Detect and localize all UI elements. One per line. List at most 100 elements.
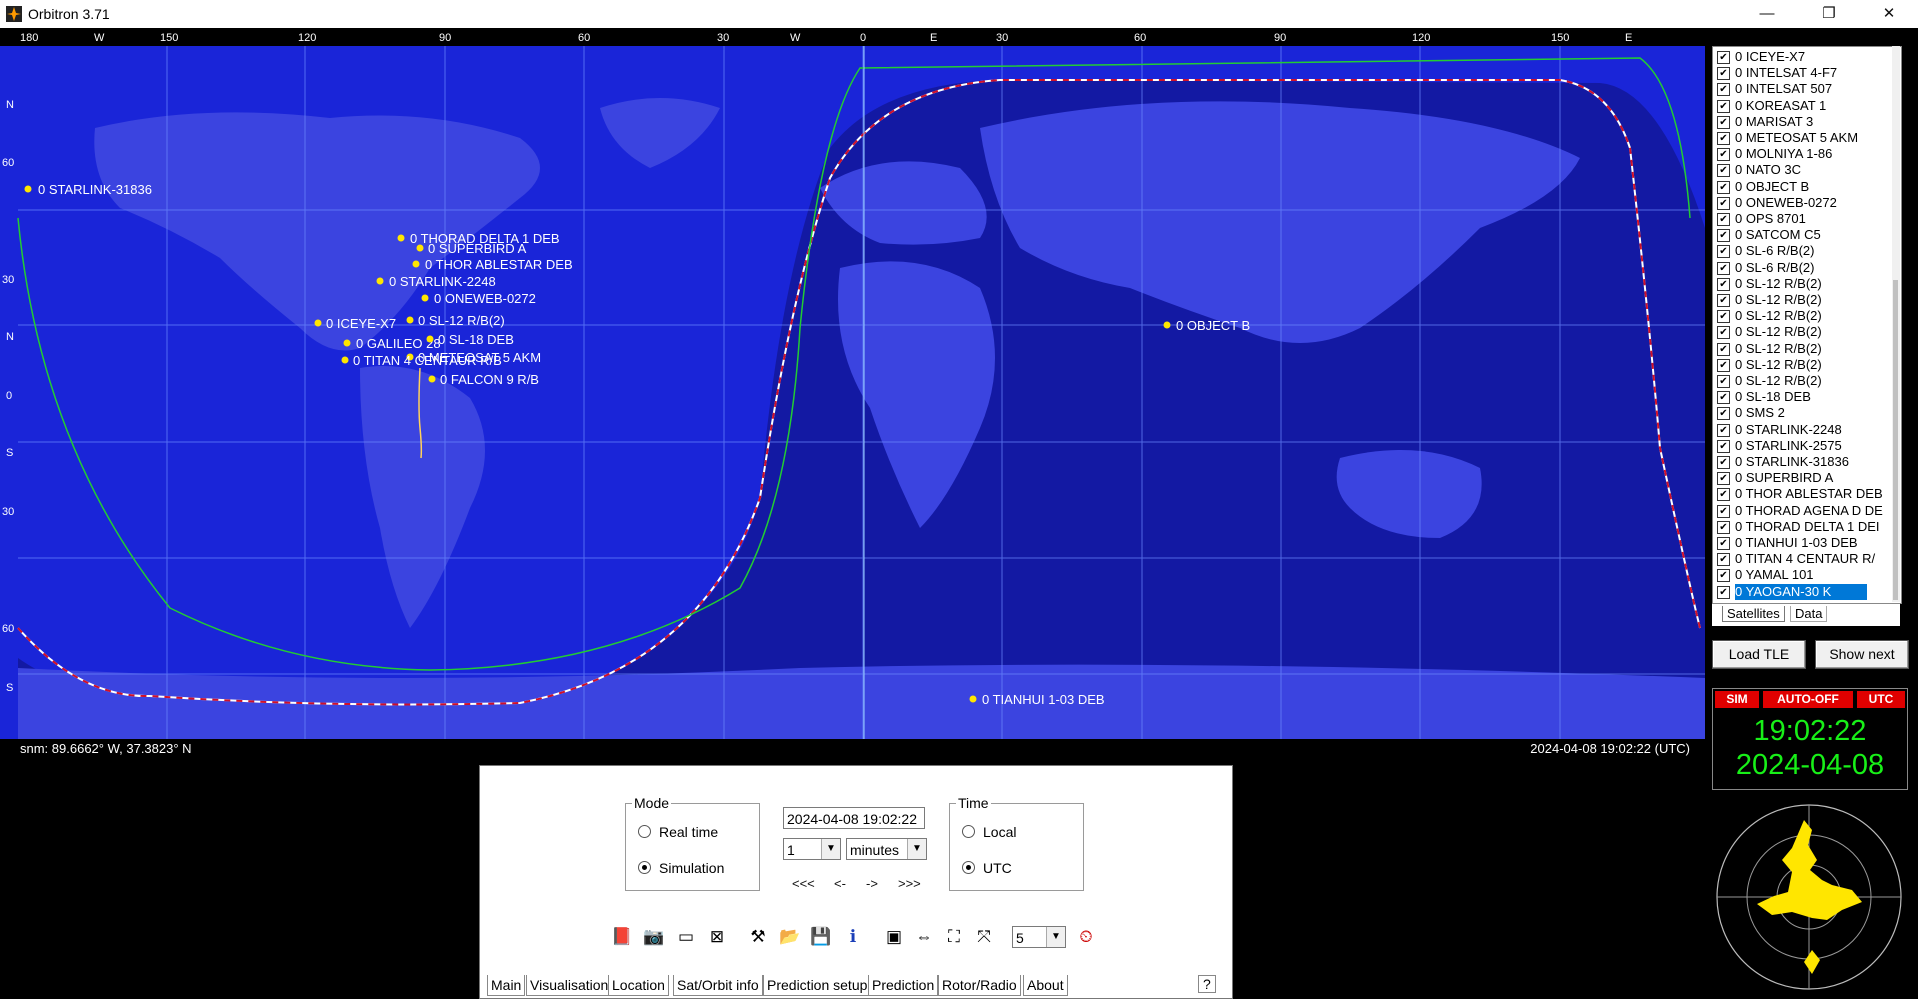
tab-sat-orbit-info[interactable]: Sat/Orbit info <box>673 975 763 996</box>
satellite-list-item[interactable]: ✔ 0 OPS 8701 <box>1713 211 1893 227</box>
step-count-select[interactable]: 1 ▼ <box>783 838 841 860</box>
maximize-button[interactable]: ❐ <box>1800 0 1858 28</box>
checkbox[interactable]: ✔ <box>1717 245 1730 259</box>
fullscreen-icon[interactable]: ⛶ <box>942 925 966 949</box>
checkbox[interactable]: ✔ <box>1717 310 1730 324</box>
resize-icon[interactable]: ⇔ <box>912 925 936 949</box>
map-icon[interactable]: ▣ <box>882 925 906 949</box>
minimize-button[interactable]: — <box>1738 0 1796 28</box>
satellite-marker[interactable]: 0 STARLINK-2248 <box>376 274 496 289</box>
checkbox[interactable]: ✔ <box>1717 164 1730 178</box>
satellite-list-item[interactable]: ✔ 0 THOR ABLESTAR DEB <box>1713 486 1893 502</box>
tab-rotor-radio[interactable]: Rotor/Radio <box>938 975 1021 996</box>
checkbox[interactable]: ✔ <box>1717 196 1730 210</box>
step-unit-select[interactable]: minutes ▼ <box>846 838 927 860</box>
checkbox[interactable]: ✔ <box>1717 472 1730 486</box>
tab-about[interactable]: About <box>1023 975 1068 996</box>
window-icon[interactable]: ▭ <box>674 925 698 949</box>
checkbox[interactable]: ✔ <box>1717 51 1730 64</box>
checkbox[interactable]: ✔ <box>1717 277 1730 291</box>
checkbox[interactable]: ✔ <box>1717 520 1730 534</box>
satellite-list-item[interactable]: ✔ 0 OBJECT B <box>1713 179 1893 195</box>
checkbox[interactable]: ✔ <box>1717 342 1730 356</box>
checkbox[interactable]: ✔ <box>1717 148 1730 162</box>
step-back-button[interactable]: <- <box>834 876 846 891</box>
checkbox[interactable]: ✔ <box>1717 261 1730 275</box>
satellite-list-item[interactable]: ✔ 0 SL-6 R/B(2) <box>1713 260 1893 276</box>
satellite-list-item[interactable]: ✔ 0 SL-18 DEB <box>1713 389 1893 405</box>
satellite-list-item[interactable]: ✔ 0 SL-12 R/B(2) <box>1713 341 1893 357</box>
satellite-list-item[interactable]: ✔ 0 KOREASAT 1 <box>1713 98 1893 114</box>
tab-data[interactable]: Data <box>1790 606 1828 622</box>
open-folder-icon[interactable]: 📂 <box>778 925 802 949</box>
satellite-list-item[interactable]: ✔ 0 SL-12 R/B(2) <box>1713 292 1893 308</box>
satellite-list-item[interactable]: ✔ 0 NATO 3C <box>1713 162 1893 178</box>
satellite-list-item[interactable]: ✔ 0 SL-12 R/B(2) <box>1713 324 1893 340</box>
step-forward-button[interactable]: -> <box>866 876 878 891</box>
tab-prediction[interactable]: Prediction <box>868 975 939 996</box>
close-window-icon[interactable]: ⊠ <box>705 925 729 949</box>
satellite-list-item[interactable]: ✔ 0 YAOGAN-30 K <box>1713 583 1893 600</box>
satellite-list-item[interactable]: ✔ 0 ONEWEB-0272 <box>1713 195 1893 211</box>
satellite-marker[interactable]: 0 THOR ABLESTAR DEB <box>412 257 573 272</box>
checkbox[interactable]: ✔ <box>1717 67 1730 81</box>
utc-radio[interactable]: UTC <box>962 860 1012 876</box>
close-button[interactable]: ✕ <box>1860 0 1918 28</box>
checkbox[interactable]: ✔ <box>1717 585 1730 599</box>
satellite-list-item[interactable]: ✔ 0 SL-12 R/B(2) <box>1713 276 1893 292</box>
tab-prediction-setup[interactable]: Prediction setup <box>763 975 872 996</box>
satellite-list-item[interactable]: ✔ 0 STARLINK-2575 <box>1713 438 1893 454</box>
checkbox[interactable]: ✔ <box>1717 456 1730 469</box>
satellite-marker[interactable]: 0 SL-18 DEB <box>426 332 514 347</box>
checkbox[interactable]: ✔ <box>1717 326 1730 340</box>
fast-rewind-button[interactable]: <<< <box>792 876 815 891</box>
tools-icon[interactable]: ⚒ <box>746 925 770 949</box>
satellite-marker[interactable]: 0 SUPERBIRD A <box>416 241 527 256</box>
satellite-list-item[interactable]: ✔ 0 TIANHUI 1-03 DEB <box>1713 535 1893 551</box>
satellite-list-item[interactable]: ✔ 0 MOLNIYA 1-86 <box>1713 146 1893 162</box>
satellite-list-item[interactable]: ✔ 0 TITAN 4 CENTAUR R/ <box>1713 551 1893 567</box>
checkbox[interactable]: ✔ <box>1717 488 1730 502</box>
help-button[interactable]: ? <box>1198 975 1216 993</box>
satellite-marker[interactable]: 0 SL-12 R/B(2) <box>406 313 505 328</box>
checkbox[interactable]: ✔ <box>1717 99 1730 113</box>
simulation-radio[interactable]: Simulation <box>638 860 724 876</box>
checkbox[interactable]: ✔ <box>1717 132 1730 145</box>
info-icon[interactable]: ℹ <box>841 925 865 949</box>
checkbox[interactable]: ✔ <box>1717 407 1730 421</box>
checkbox[interactable]: ✔ <box>1717 439 1730 453</box>
satellite-marker[interactable]: 0 OBJECT B <box>1163 318 1251 333</box>
world-map[interactable]: 180 W 150 120 90 60 30 W 0 E 30 60 90 12… <box>0 28 1705 739</box>
satellite-list-item[interactable]: ✔ 0 SL-12 R/B(2) <box>1713 357 1893 373</box>
satellite-list-item[interactable]: ✔ 0 SL-12 R/B(2) <box>1713 308 1893 324</box>
checkbox[interactable]: ✔ <box>1717 213 1730 226</box>
satellite-marker[interactable]: 0 STARLINK-31836 <box>24 182 152 197</box>
checkbox[interactable]: ✔ <box>1717 553 1730 567</box>
checkbox[interactable]: ✔ <box>1717 569 1730 583</box>
checkbox[interactable]: ✔ <box>1717 537 1730 550</box>
local-radio[interactable]: Local <box>962 824 1016 840</box>
count-select[interactable]: 5 ▼ <box>1012 926 1066 948</box>
expand-icon[interactable]: ⤧ <box>972 925 996 949</box>
checkbox[interactable]: ✔ <box>1717 83 1730 97</box>
tab-satellites[interactable]: Satellites <box>1722 606 1785 622</box>
book-icon[interactable]: 📕 <box>610 925 634 949</box>
satellite-list-item[interactable]: ✔ 0 THORAD DELTA 1 DEI <box>1713 519 1893 535</box>
checkbox[interactable]: ✔ <box>1717 391 1730 405</box>
real-time-radio[interactable]: Real time <box>638 824 718 840</box>
checkbox[interactable]: ✔ <box>1717 358 1730 372</box>
camera-icon[interactable]: 📷 <box>642 925 666 949</box>
satellite-list-item[interactable]: ✔ 0 SL-12 R/B(2) <box>1713 373 1893 389</box>
save-icon[interactable]: 💾 <box>809 925 833 949</box>
satellite-list-item[interactable]: ✔ 0 SUPERBIRD A <box>1713 470 1893 486</box>
satellite-list-item[interactable]: ✔ 0 INTELSAT 4-F7 <box>1713 65 1893 81</box>
checkbox[interactable]: ✔ <box>1717 115 1730 129</box>
satellite-list-item[interactable]: ✔ 0 THORAD AGENA D DE <box>1713 503 1893 519</box>
tab-visualisation[interactable]: Visualisation <box>526 975 613 996</box>
satellite-marker[interactable]: 0 FALCON 9 R/B <box>428 372 539 387</box>
checkbox[interactable]: ✔ <box>1717 423 1730 437</box>
satellite-list-item[interactable]: ✔ 0 STARLINK-2248 <box>1713 422 1893 438</box>
satellite-marker[interactable]: 0 ONEWEB-0272 <box>421 291 536 306</box>
checkbox[interactable]: ✔ <box>1717 294 1730 307</box>
satellite-list-item[interactable]: ✔ 0 MARISAT 3 <box>1713 114 1893 130</box>
